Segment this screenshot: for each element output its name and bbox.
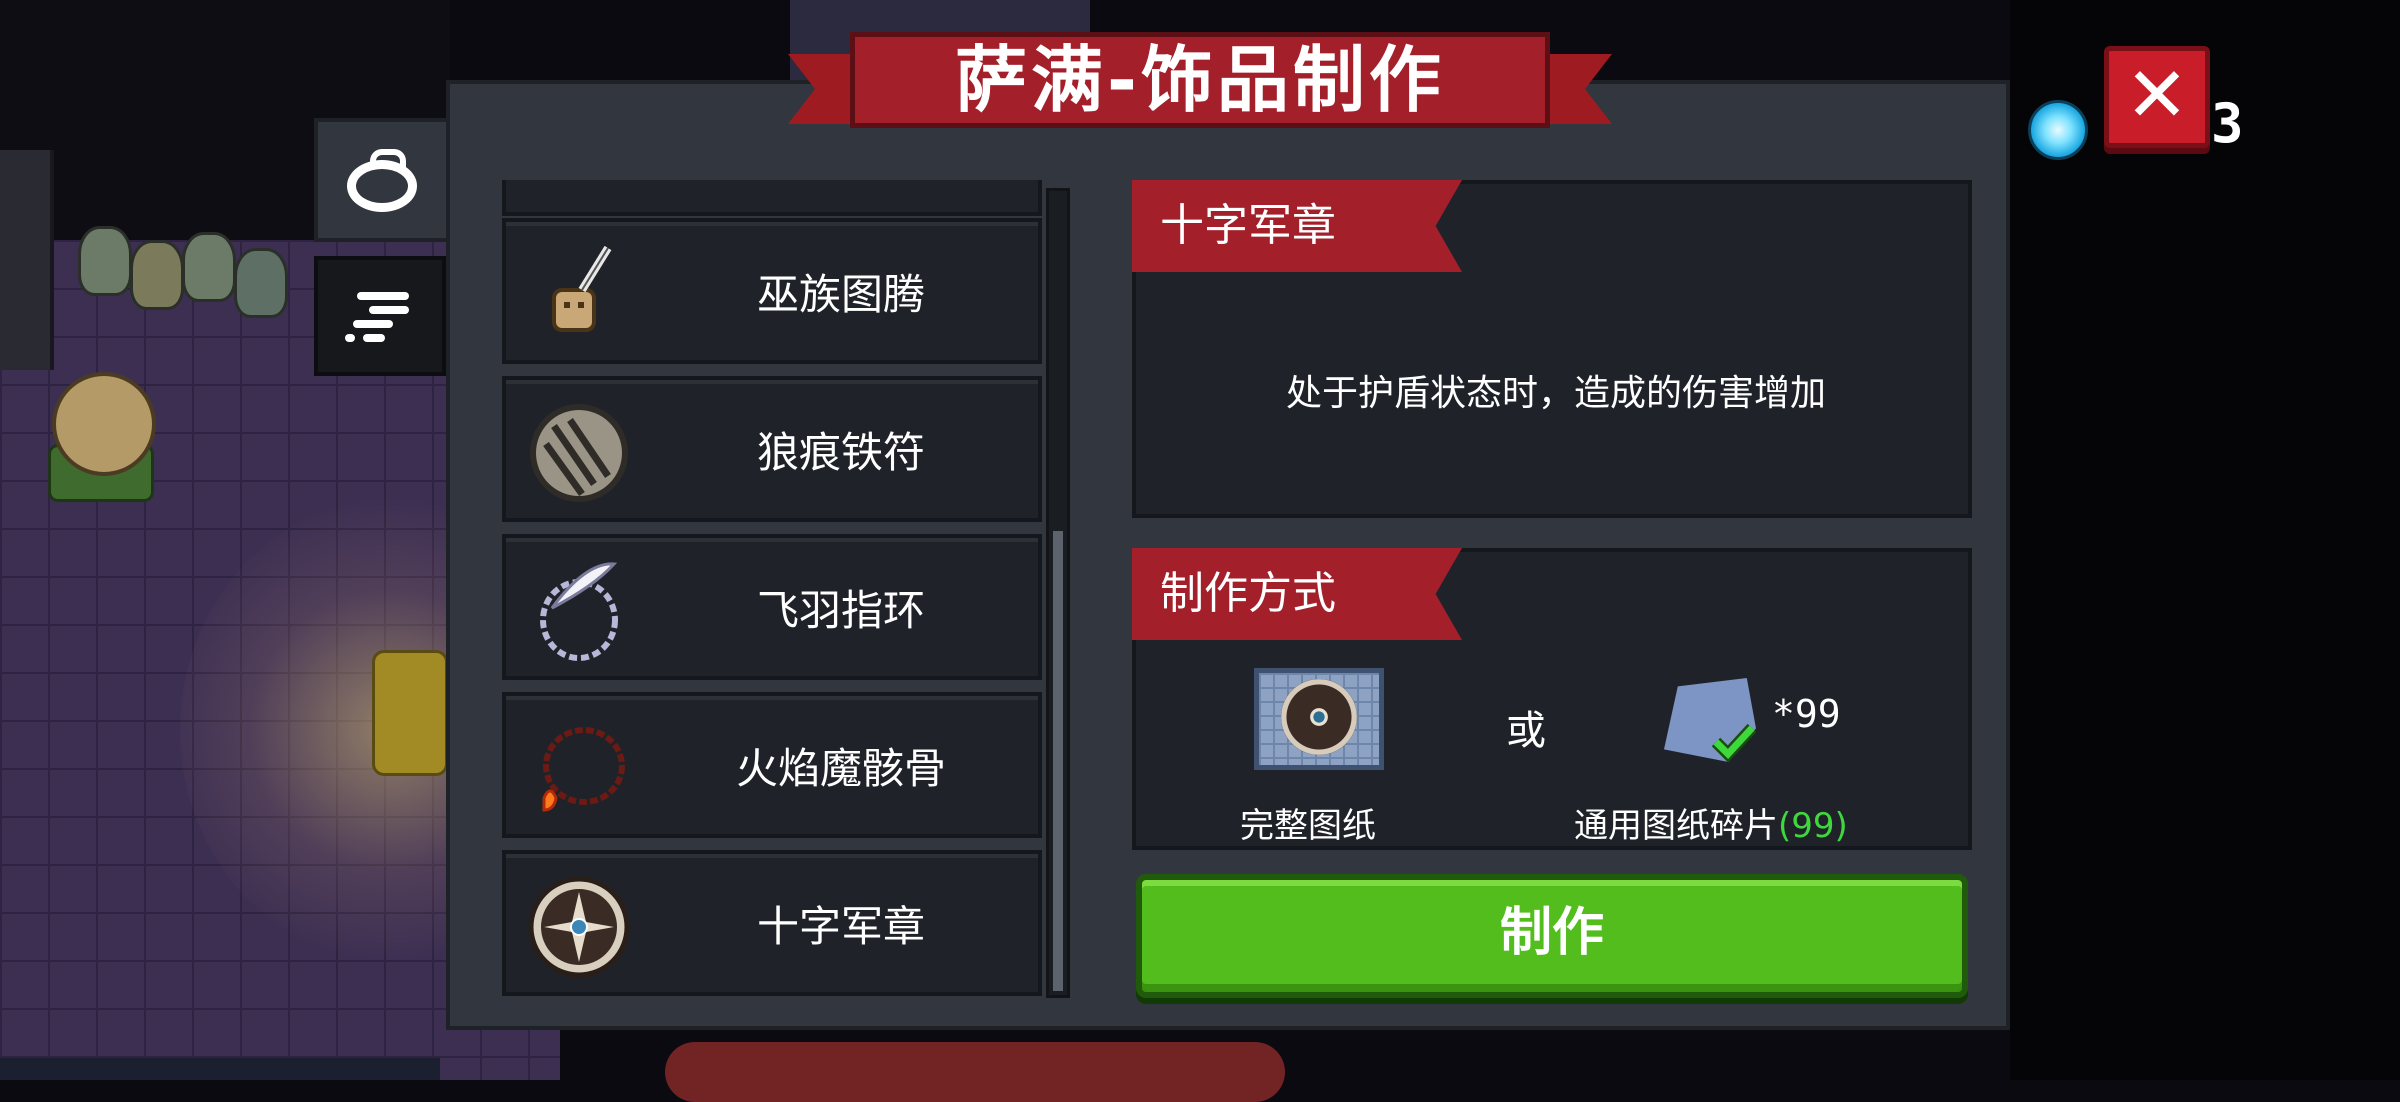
item-description: 处于护盾状态时，造成的伤害增加 bbox=[1285, 373, 1826, 414]
item-label: 火焰魔骸骨 bbox=[735, 744, 946, 793]
list-icon bbox=[345, 288, 415, 344]
bookshelf bbox=[0, 150, 54, 370]
list-item[interactable]: 巫族图腾 bbox=[502, 218, 1042, 364]
dark-area bbox=[2010, 0, 2400, 1080]
item-list: 巫族图腾 狼痕铁符 飞羽指环 火焰魔骸骨 十字军章 bbox=[490, 180, 1050, 1000]
or-text: 或 bbox=[1506, 708, 1546, 754]
fire-bone-icon bbox=[542, 727, 625, 812]
fragment-label: 通用图纸碎片(99) bbox=[1574, 806, 1848, 846]
list-item[interactable]: 飞羽指环 bbox=[502, 534, 1042, 680]
tab-list[interactable] bbox=[314, 256, 446, 376]
close-icon: ✕ bbox=[2125, 50, 2189, 139]
wolf-claw-icon bbox=[530, 404, 628, 502]
item-label: 飞羽指环 bbox=[756, 586, 925, 635]
crusader-badge-icon bbox=[528, 876, 630, 978]
ring-icon bbox=[347, 149, 417, 212]
feather-ring-icon bbox=[540, 562, 618, 661]
close-button[interactable]: ✕ bbox=[2104, 46, 2210, 148]
description-box: 十字军章 处于护盾状态时，造成的伤害增加 bbox=[1132, 180, 1972, 518]
vase bbox=[78, 226, 132, 296]
red-rug bbox=[665, 1042, 1285, 1102]
list-item[interactable]: 狼痕铁符 bbox=[502, 376, 1042, 522]
item-name-tag: 十字军章 bbox=[1132, 180, 1462, 272]
craft-button[interactable]: 制作 bbox=[1136, 874, 1968, 998]
full-blueprint-label: 完整图纸 bbox=[1240, 806, 1376, 846]
player-character bbox=[52, 372, 156, 476]
recipe-title-tag: 制作方式 bbox=[1132, 548, 1462, 640]
gem-icon bbox=[2028, 100, 2088, 160]
vase bbox=[130, 240, 184, 310]
totem-icon bbox=[552, 245, 612, 332]
item-label: 狼痕铁符 bbox=[756, 428, 925, 477]
fragment-owned-count: (99) bbox=[1778, 806, 1848, 846]
scroll-thumb[interactable] bbox=[1053, 531, 1063, 991]
full-blueprint-icon[interactable] bbox=[1254, 668, 1384, 770]
vase bbox=[234, 248, 288, 318]
tab-accessory[interactable] bbox=[314, 118, 446, 242]
list-item-partial[interactable] bbox=[502, 180, 1042, 216]
fragment-required-count: *99 bbox=[1772, 692, 1841, 736]
list-item[interactable]: 火焰魔骸骨 bbox=[502, 692, 1042, 838]
item-label: 巫族图腾 bbox=[756, 270, 925, 319]
floor-edge bbox=[0, 1058, 440, 1080]
check-icon bbox=[1712, 723, 1756, 763]
page-title: 萨满-饰品制作 bbox=[850, 32, 1550, 128]
list-item-selected[interactable]: 十字军章 bbox=[502, 850, 1042, 996]
vase bbox=[182, 232, 236, 302]
list-scrollbar[interactable] bbox=[1046, 188, 1070, 998]
recipe-box: 制作方式 或 *99 完整图纸 通用图纸碎片(99) bbox=[1132, 548, 1972, 850]
golden-statue bbox=[372, 650, 448, 776]
item-label: 十字军章 bbox=[756, 902, 925, 951]
title-banner: 萨满-饰品制作 bbox=[788, 32, 1612, 134]
